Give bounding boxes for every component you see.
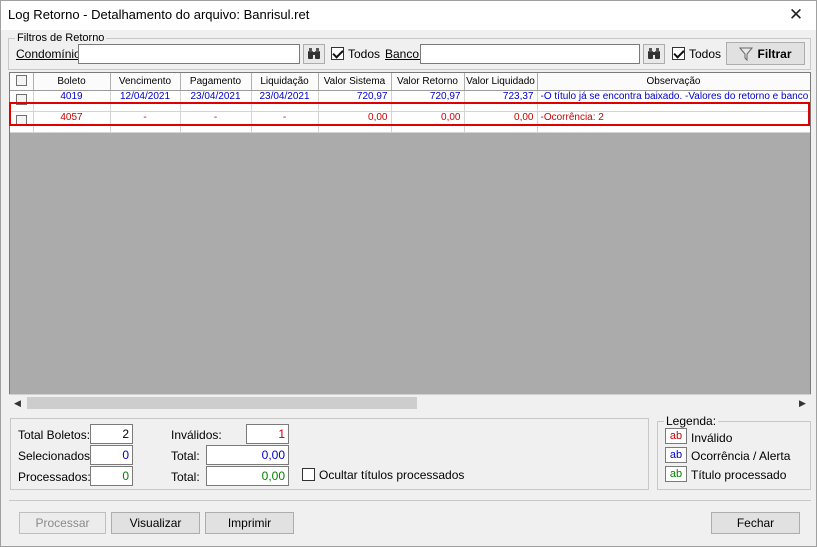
binoculars-icon [648, 48, 660, 59]
todos-banco-checkbox[interactable] [672, 47, 685, 60]
fechar-button[interactable]: Fechar [711, 512, 800, 534]
legend-title: Legenda: [666, 414, 717, 428]
banco-input[interactable] [420, 44, 640, 64]
todos-condominio-label: Todos [348, 47, 381, 61]
vencimento-cell: - [110, 111, 181, 133]
ocultar-processados-label: Ocultar títulos processados [319, 468, 465, 482]
binoculars-icon [308, 48, 320, 59]
legend-label-ocorrencia: Ocorrência / Alerta [691, 449, 791, 463]
column-header[interactable]: Vencimento [110, 73, 181, 91]
observacao-cell: -O título já se encontra baixado. -Valor… [537, 90, 810, 112]
observacao-cell: -Ocorrência: 2 [537, 111, 810, 133]
total-boletos-field [90, 424, 133, 444]
processados-field [90, 466, 133, 486]
ocultar-processados-checkbox[interactable] [302, 468, 315, 481]
legend-label-invalido: Inválido [691, 431, 733, 445]
retorno-table: Boleto Vencimento Pagamento Liquidação V… [10, 73, 810, 133]
table-row[interactable]: 4057 - - - 0,00 0,00 0,00 -Ocorrência: 2 [10, 111, 810, 133]
table-header-row: Boleto Vencimento Pagamento Liquidação V… [10, 73, 810, 91]
valor-sistema-cell: 0,00 [318, 111, 392, 133]
filtrar-label: Filtrar [757, 46, 792, 61]
invalidos-field [246, 424, 289, 444]
funnel-icon [739, 47, 754, 61]
window-title: Log Retorno - Detalhamento do arquivo: B… [8, 7, 310, 22]
legend-label-processado: Título processado [691, 468, 787, 482]
row-checkbox[interactable] [15, 93, 27, 105]
filtrar-button[interactable]: Filtrar [726, 42, 805, 65]
column-header[interactable]: Observação [537, 73, 810, 91]
valor-retorno-cell: 0,00 [391, 111, 465, 133]
scroll-thumb[interactable] [27, 397, 417, 409]
valor-retorno-cell: 720,97 [391, 90, 465, 112]
scroll-right-arrow[interactable]: ▶ [794, 395, 811, 411]
total-boletos-label: Total Boletos: [18, 428, 91, 442]
table-row[interactable]: 4019 12/04/2021 23/04/2021 23/04/2021 72… [10, 90, 810, 112]
column-header[interactable]: Pagamento [180, 73, 252, 91]
column-header[interactable]: Valor Retorno [391, 73, 465, 91]
column-header[interactable]: Boleto [33, 73, 111, 91]
liquidacao-cell: - [251, 111, 319, 133]
total-processados-field [206, 466, 289, 486]
footer-separator [9, 500, 811, 501]
legend-swatch-invalido: ab [665, 428, 687, 444]
total-selecionados-label: Total: [171, 449, 200, 463]
scroll-left-arrow[interactable]: ◀ [9, 395, 26, 411]
valor-sistema-cell: 720,97 [318, 90, 392, 112]
pagamento-cell: - [180, 111, 252, 133]
selecionados-field [90, 445, 133, 465]
filters-legend: Filtros de Retorno [17, 32, 105, 44]
search-banco-button[interactable] [643, 44, 665, 64]
condominio-label: Condomínio: [16, 47, 85, 61]
selecionados-label: Selecionados: [18, 449, 94, 463]
select-all-header[interactable] [10, 73, 34, 91]
pagamento-cell: 23/04/2021 [180, 90, 252, 112]
condominio-input[interactable] [78, 44, 300, 64]
retorno-grid[interactable]: Boleto Vencimento Pagamento Liquidação V… [9, 72, 811, 411]
total-selecionados-field [206, 445, 289, 465]
legend-swatch-ocorrencia: ab [665, 447, 687, 463]
log-retorno-window: Log Retorno - Detalhamento do arquivo: B… [0, 0, 817, 547]
todos-banco-label: Todos [689, 47, 722, 61]
row-checkbox[interactable] [15, 114, 27, 126]
boleto-cell: 4019 [33, 90, 111, 112]
visualizar-button[interactable]: Visualizar [111, 512, 200, 534]
search-condominio-button[interactable] [303, 44, 325, 64]
boleto-cell: 4057 [33, 111, 111, 133]
row-select-cell[interactable] [10, 111, 34, 133]
column-header[interactable]: Valor Sistema [318, 73, 392, 91]
horizontal-scrollbar[interactable]: ◀ ▶ [9, 394, 811, 411]
processar-button[interactable]: Processar [19, 512, 106, 534]
todos-condominio-checkbox[interactable] [331, 47, 344, 60]
banco-label: Banco: [385, 47, 423, 61]
close-icon: ✕ [788, 5, 804, 24]
close-window-button[interactable]: ✕ [776, 1, 816, 29]
total-processados-label: Total: [171, 470, 200, 484]
invalidos-label: Inválidos: [171, 428, 222, 442]
column-header[interactable]: Liquidação [251, 73, 319, 91]
liquidacao-cell: 23/04/2021 [251, 90, 319, 112]
legend-swatch-processado: ab [665, 466, 687, 482]
select-all-checkbox[interactable] [15, 75, 27, 87]
processados-label: Processados: [18, 470, 91, 484]
vencimento-cell: 12/04/2021 [110, 90, 181, 112]
title-bar: Log Retorno - Detalhamento do arquivo: B… [1, 1, 816, 30]
imprimir-button[interactable]: Imprimir [205, 512, 294, 534]
row-select-cell[interactable] [10, 90, 34, 112]
valor-liquidado-cell: 0,00 [464, 111, 538, 133]
valor-liquidado-cell: 723,37 [464, 90, 538, 112]
column-header[interactable]: Valor Liquidado [464, 73, 538, 91]
